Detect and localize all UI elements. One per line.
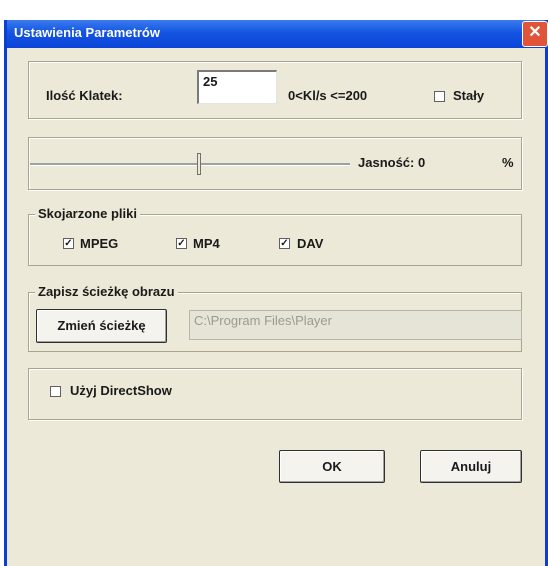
fixed-checkbox[interactable] bbox=[434, 91, 445, 102]
ok-label: OK bbox=[322, 459, 342, 474]
brightness-slider-track[interactable] bbox=[30, 163, 350, 166]
dav-label: DAV bbox=[297, 236, 324, 251]
check-mark-icon: ✓ bbox=[177, 238, 186, 249]
cancel-label: Anuluj bbox=[450, 459, 492, 474]
brightness-unit: % bbox=[502, 155, 514, 170]
cancel-button[interactable]: Anuluj bbox=[420, 450, 522, 483]
frames-label: Ilość Klatek: bbox=[46, 88, 123, 103]
window-title: Ustawienia Parametrów bbox=[14, 25, 160, 40]
check-mark-icon: ✓ bbox=[280, 238, 289, 249]
brightness-slider-thumb[interactable] bbox=[197, 153, 201, 175]
change-path-label: Zmień ścieżkę bbox=[57, 318, 146, 333]
frames-value: 25 bbox=[203, 74, 218, 89]
mpeg-label: MPEG bbox=[80, 236, 119, 251]
frames-input[interactable]: 25 bbox=[197, 70, 277, 104]
ok-button[interactable]: OK bbox=[279, 450, 385, 483]
title-bar[interactable]: Ustawienia Parametrów ✕ bbox=[7, 20, 548, 48]
mp4-label: MP4 bbox=[193, 236, 220, 251]
path-value: C:\Program Files\Player bbox=[194, 313, 332, 328]
check-mark-icon: ✓ bbox=[64, 238, 73, 249]
save-path-title: Zapisz ścieżkę obrazu bbox=[35, 284, 178, 299]
mp4-checkbox[interactable]: ✓ bbox=[176, 238, 187, 249]
fixed-label: Stały bbox=[453, 88, 485, 103]
directshow-checkbox[interactable] bbox=[50, 386, 61, 397]
mpeg-checkbox[interactable]: ✓ bbox=[63, 238, 74, 249]
path-input[interactable]: C:\Program Files\Player bbox=[189, 310, 522, 340]
frames-range-text: 0<Kl/s <=200 bbox=[288, 88, 368, 103]
associated-files-title: Skojarzone pliki bbox=[35, 206, 140, 221]
directshow-label: Użyj DirectShow bbox=[70, 383, 172, 398]
close-button[interactable]: ✕ bbox=[522, 21, 548, 47]
close-icon: ✕ bbox=[528, 24, 542, 41]
brightness-label: Jasność: 0 bbox=[358, 155, 426, 170]
dav-checkbox[interactable]: ✓ bbox=[279, 238, 290, 249]
change-path-button[interactable]: Zmień ścieżkę bbox=[36, 309, 167, 343]
